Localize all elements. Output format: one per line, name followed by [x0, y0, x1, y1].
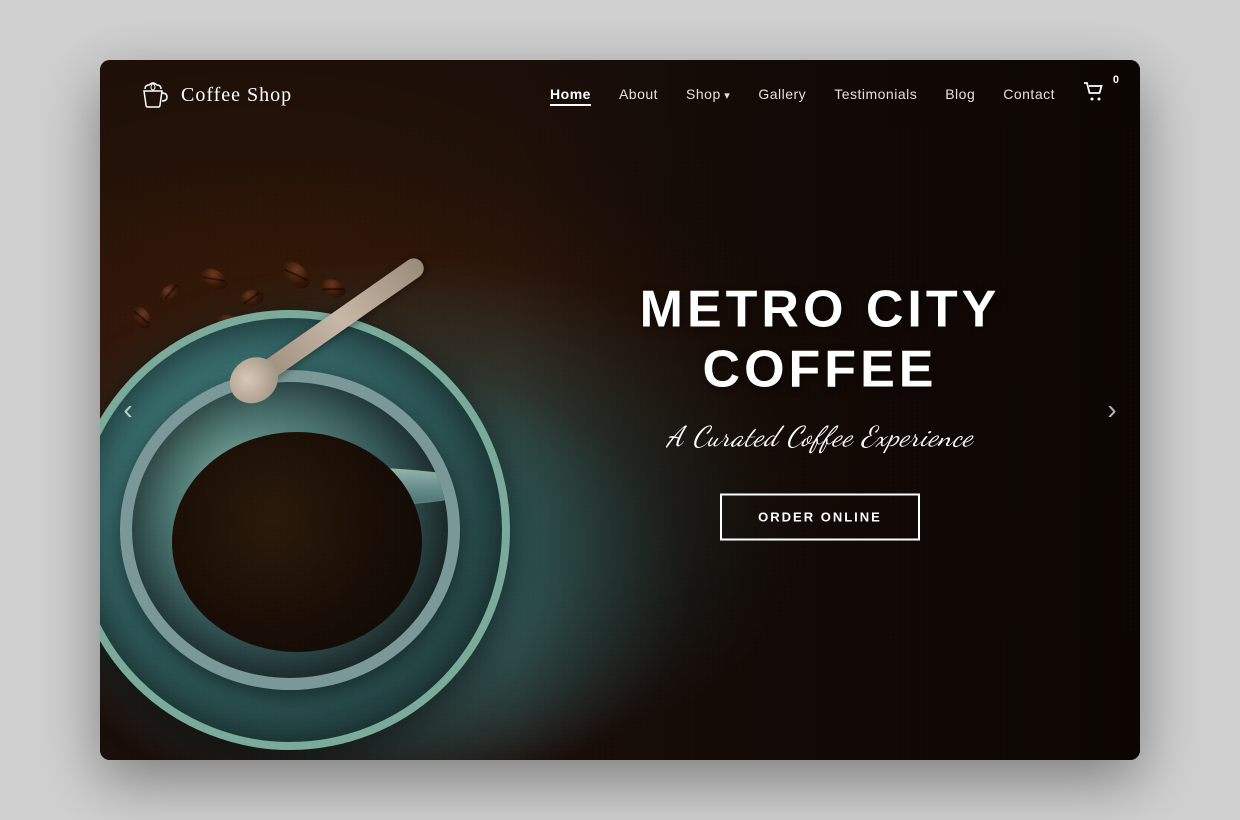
chevron-right-icon: ›	[1107, 394, 1116, 426]
nav-item-gallery[interactable]: Gallery	[758, 86, 806, 104]
nav-item-shop[interactable]: Shop	[686, 86, 730, 104]
nav-item-about[interactable]: About	[619, 86, 658, 104]
nav-link-shop[interactable]: Shop	[686, 86, 730, 102]
nav-link-contact[interactable]: Contact	[1003, 86, 1055, 102]
nav-item-cart[interactable]: 0	[1083, 82, 1105, 108]
hero-content: METRO CITY COFFEE A Curated Coffee Exper…	[570, 280, 1070, 541]
nav-item-testimonials[interactable]: Testimonials	[834, 86, 917, 104]
order-online-button[interactable]: ORDER ONLINE	[720, 494, 920, 541]
logo-text: Coffee Shop	[181, 84, 292, 107]
main-nav: Coffee Shop Home About Shop Gallery Test…	[100, 60, 1140, 130]
nav-link-home[interactable]: Home	[550, 86, 591, 106]
chevron-left-icon: ‹	[123, 394, 132, 426]
hero-subtitle: A Curated Coffee Experience	[570, 420, 1070, 454]
nav-links: Home About Shop Gallery Testimonials Blo…	[550, 82, 1105, 108]
carousel-prev-button[interactable]: ‹	[110, 392, 146, 428]
carousel-next-button[interactable]: ›	[1094, 392, 1130, 428]
nav-link-about[interactable]: About	[619, 86, 658, 102]
nav-item-blog[interactable]: Blog	[945, 86, 975, 104]
cart-badge: 0	[1113, 74, 1119, 86]
hero-section: Coffee Shop Home About Shop Gallery Test…	[100, 60, 1140, 760]
nav-item-contact[interactable]: Contact	[1003, 86, 1055, 104]
nav-item-home[interactable]: Home	[550, 86, 591, 104]
nav-link-blog[interactable]: Blog	[945, 86, 975, 102]
nav-link-testimonials[interactable]: Testimonials	[834, 86, 917, 102]
hero-title: METRO CITY COFFEE	[570, 280, 1070, 400]
nav-link-gallery[interactable]: Gallery	[758, 86, 806, 102]
cart-button[interactable]: 0	[1083, 82, 1105, 108]
logo-icon	[135, 77, 171, 113]
browser-window: Coffee Shop Home About Shop Gallery Test…	[100, 60, 1140, 760]
logo-link[interactable]: Coffee Shop	[135, 77, 292, 113]
